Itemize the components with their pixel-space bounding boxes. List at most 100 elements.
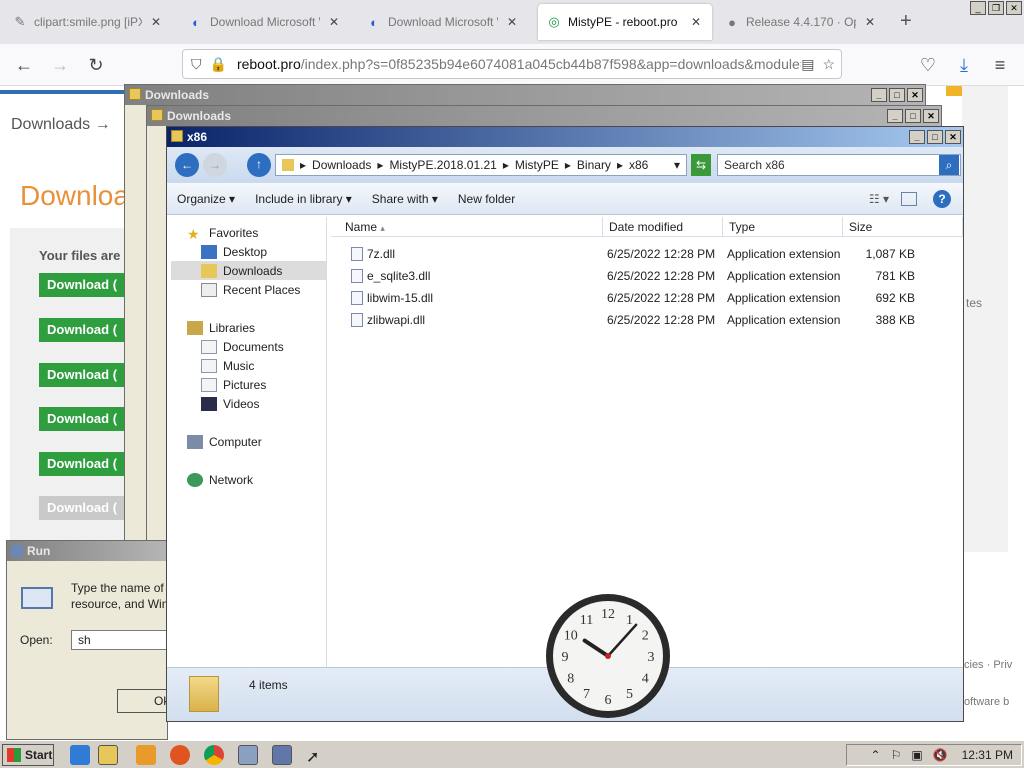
column-date[interactable]: Date modified: [603, 217, 723, 237]
page-breadcrumb[interactable]: Downloads →: [11, 116, 111, 134]
url-bar[interactable]: ⛉ 🔒 reboot.pro /index.php?s=0f85235b94e6…: [182, 49, 842, 79]
maximize-button[interactable]: □: [927, 130, 943, 144]
search-input[interactable]: Search x86: [717, 154, 961, 176]
pocket-icon[interactable]: ♡: [914, 52, 942, 78]
app-window-icon[interactable]: [238, 745, 258, 765]
close-button[interactable]: ✕: [907, 88, 923, 102]
crumb-downloads[interactable]: Downloads: [312, 158, 371, 172]
media-player-icon[interactable]: [136, 745, 156, 765]
nav-pictures[interactable]: Pictures: [171, 375, 327, 394]
nav-videos[interactable]: Videos: [171, 394, 327, 413]
close-tab-icon[interactable]: ✕: [148, 15, 164, 29]
run-title-bar[interactable]: Run: [7, 541, 167, 561]
column-size[interactable]: Size: [843, 217, 963, 237]
nav-network[interactable]: Network: [171, 470, 327, 489]
nav-label: Network: [209, 472, 254, 487]
back-arrow-icon[interactable]: ←: [10, 52, 38, 78]
menu-icon[interactable]: ≡: [986, 52, 1014, 78]
file-row[interactable]: e_sqlite3.dll 6/25/2022 12:28 PM Applica…: [331, 265, 963, 287]
run-task-icon[interactable]: [272, 745, 292, 765]
minimize-button[interactable]: _: [970, 1, 986, 15]
file-row[interactable]: zlibwapi.dll 6/25/2022 12:28 PM Applicat…: [331, 309, 963, 331]
firefox-icon[interactable]: [170, 745, 190, 765]
nav-favorites[interactable]: ★ Favorites: [171, 223, 327, 242]
close-tab-icon[interactable]: ✕: [326, 15, 342, 29]
ie-icon[interactable]: [70, 745, 90, 765]
organize-button[interactable]: Organize ▾: [167, 192, 245, 206]
dll-file-icon: [351, 291, 363, 305]
chrome-icon[interactable]: [204, 745, 224, 765]
nav-computer[interactable]: Computer: [171, 432, 327, 451]
nav-recent-places[interactable]: Recent Places: [171, 280, 327, 299]
forward-arrow-icon[interactable]: →: [203, 153, 227, 177]
close-button[interactable]: ✕: [1006, 1, 1022, 15]
ok-button[interactable]: Ok: [117, 689, 173, 713]
start-button[interactable]: Start: [2, 744, 54, 766]
tab-download-ms-1[interactable]: ◐ Download Microsoft Wir ✕: [180, 4, 350, 40]
chevron-down-icon[interactable]: ▾: [674, 158, 680, 172]
search-icon[interactable]: ⌕: [939, 155, 959, 175]
forward-arrow-icon[interactable]: →: [46, 52, 74, 78]
close-tab-icon[interactable]: ✕: [862, 15, 878, 29]
tab-download-ms-2[interactable]: ◐ Download Microsoft Wir ✕: [358, 4, 528, 40]
new-tab-button[interactable]: +: [900, 10, 912, 33]
maximize-button[interactable]: □: [889, 88, 905, 102]
flag-icon[interactable]: ⚐: [891, 748, 902, 762]
nav-music[interactable]: Music: [171, 356, 327, 375]
close-button[interactable]: ✕: [923, 109, 939, 123]
restore-button[interactable]: ❐: [988, 1, 1004, 15]
tab-mistype[interactable]: ◎ MistyPE - reboot.pro ✕: [538, 4, 712, 40]
crumb-mistype[interactable]: MistyPE: [515, 158, 559, 172]
crumb-binary[interactable]: Binary: [577, 158, 611, 172]
preview-pane-icon[interactable]: [901, 191, 917, 206]
explorer-icon[interactable]: [98, 745, 118, 765]
close-tab-icon[interactable]: ✕: [688, 15, 704, 29]
download-icon[interactable]: ⤓: [950, 52, 978, 78]
footer-links[interactable]: cies · Priv: [964, 659, 1012, 671]
file-row[interactable]: libwim-15.dll 6/25/2022 12:28 PM Applica…: [331, 287, 963, 309]
network-tray-icon[interactable]: ▣: [911, 748, 922, 762]
clock-time[interactable]: 12:31 PM: [962, 748, 1013, 762]
column-type[interactable]: Type: [723, 217, 843, 237]
nav-desktop[interactable]: Desktop: [171, 242, 327, 261]
crumb-mistype-2018[interactable]: MistyPE.2018.01.21: [389, 158, 496, 172]
minimize-button[interactable]: _: [871, 88, 887, 102]
help-icon[interactable]: ?: [933, 189, 951, 208]
window-title-bar[interactable]: Downloads _ □ ✕: [125, 85, 925, 105]
show-hidden-icons-icon[interactable]: ⌃: [871, 748, 881, 762]
clipart-favicon-icon: ✎: [14, 14, 26, 29]
bookmark-star-icon[interactable]: ☆: [822, 56, 835, 73]
view-options-icon[interactable]: ☷ ▾: [869, 192, 889, 206]
clock-center: [605, 653, 611, 659]
include-library-button[interactable]: Include in library ▾: [245, 192, 362, 206]
maximize-button[interactable]: □: [905, 109, 921, 123]
volume-muted-icon[interactable]: 🔇: [933, 748, 948, 762]
nav-downloads[interactable]: Downloads: [171, 261, 327, 280]
explorer-title-bar[interactable]: x86 _ □ ✕: [167, 127, 963, 147]
reader-view-icon[interactable]: ▤: [801, 56, 814, 73]
tab-clipart[interactable]: ✎ clipart:smile.png [iPXE - ✕: [4, 4, 172, 40]
minimize-button[interactable]: _: [909, 130, 925, 144]
scrollbar[interactable]: [1010, 626, 1024, 726]
close-button[interactable]: ✕: [945, 130, 961, 144]
window-title-bar[interactable]: Downloads _ □ ✕: [147, 106, 941, 126]
run-open-input[interactable]: sh: [71, 630, 171, 650]
minimize-button[interactable]: _: [887, 109, 903, 123]
column-name[interactable]: Name ▴: [331, 217, 603, 237]
up-arrow-icon[interactable]: ↑: [247, 153, 271, 177]
tab-github-release[interactable]: ● Release 4.4.170 · Open ✕: [716, 4, 886, 40]
nav-libraries[interactable]: Libraries: [171, 318, 327, 337]
back-arrow-icon[interactable]: ←: [175, 153, 199, 177]
refresh-icon[interactable]: ⇆: [691, 154, 711, 176]
share-with-button[interactable]: Share with ▾: [362, 192, 448, 206]
new-folder-button[interactable]: New folder: [448, 192, 525, 206]
run-dialog[interactable]: Run Type the name of resource, and Win O…: [6, 540, 173, 740]
file-row[interactable]: 7z.dll 6/25/2022 12:28 PM Application ex…: [331, 243, 963, 265]
close-tab-icon[interactable]: ✕: [504, 15, 520, 29]
reload-icon[interactable]: ↻: [82, 52, 110, 78]
documents-icon: [201, 339, 217, 354]
clock-gadget[interactable]: 1234567891011 12: [544, 592, 672, 720]
nav-documents[interactable]: Documents: [171, 337, 327, 356]
breadcrumb[interactable]: ▸ Downloads ▸ MistyPE.2018.01.21 ▸ Misty…: [275, 154, 687, 176]
crumb-x86[interactable]: x86: [629, 158, 648, 172]
